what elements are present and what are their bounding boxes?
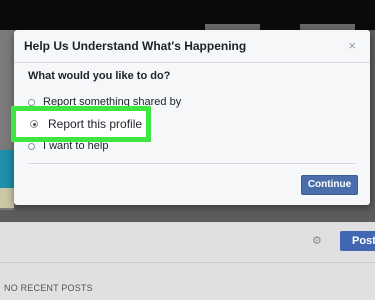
background-image (0, 188, 14, 208)
close-icon[interactable]: × (348, 38, 356, 53)
background-divider (0, 262, 375, 263)
option-label: Report this profile (48, 117, 143, 131)
radio-button-selected[interactable] (30, 120, 38, 128)
no-recent-posts-label: NO RECENT POSTS (4, 283, 93, 293)
radio-button[interactable] (28, 98, 35, 106)
post-button[interactable]: Post (340, 231, 375, 251)
dialog-divider (28, 163, 356, 164)
dialog-title: Help Us Understand What's Happening (24, 39, 247, 53)
option-report-this-profile[interactable]: Report this profile (11, 106, 151, 142)
dialog-question: What would you like to do? (28, 70, 171, 82)
gear-icon: ⚙ (312, 235, 322, 247)
continue-button[interactable]: Continue (301, 175, 358, 195)
dialog-header: Help Us Understand What's Happening × (14, 30, 370, 63)
background-image (0, 150, 14, 188)
radio-button[interactable] (28, 142, 35, 150)
